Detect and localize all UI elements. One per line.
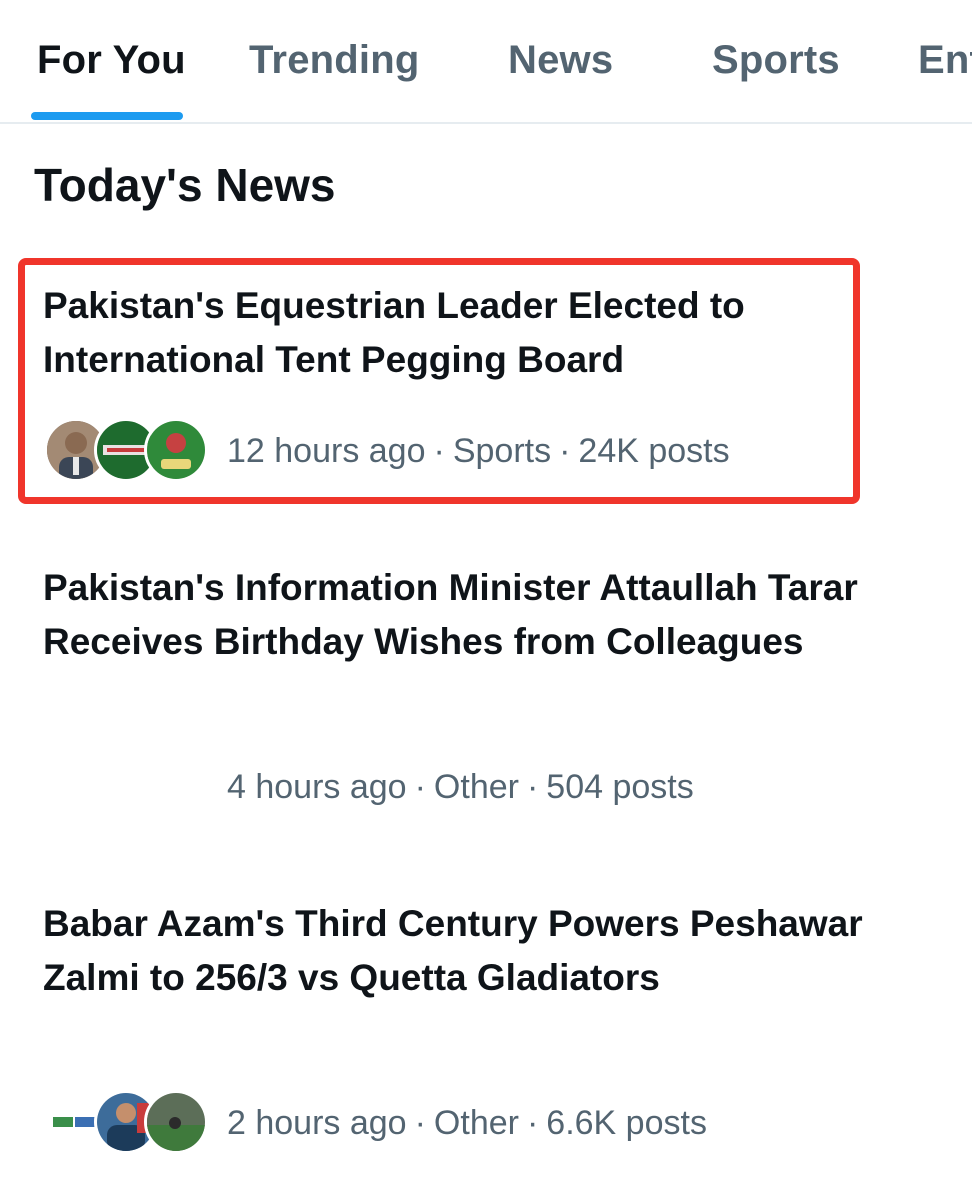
news-posts: 504 posts [546, 768, 694, 806]
avatar-group [44, 418, 208, 482]
tab-sports[interactable]: Sports [712, 38, 840, 83]
news-headline[interactable]: Babar Azam's Third Century Powers Peshaw… [43, 897, 873, 1005]
avatar-group [44, 1090, 208, 1154]
news-category: Other [433, 768, 519, 806]
news-category: Other [433, 1104, 519, 1142]
separator: · [414, 768, 426, 806]
sultan-logo-avatar [144, 418, 208, 482]
news-posts: 6.6K posts [546, 1104, 707, 1142]
stadium-avatar [144, 1090, 208, 1154]
news-time: 4 hours ago [227, 768, 407, 806]
separator: · [559, 432, 571, 470]
news-meta: 4 hours ago · Other · 504 posts [227, 768, 694, 807]
tab-entertainment[interactable]: Ent [918, 38, 972, 83]
separator: · [526, 768, 539, 806]
news-time: 12 hours ago [227, 432, 426, 470]
news-category: Sports [452, 432, 552, 470]
tab-bar: For You Trending News Sports Ent [0, 0, 972, 124]
tab-news[interactable]: News [508, 38, 613, 83]
news-headline[interactable]: Pakistan's Information Minister Attaulla… [43, 561, 873, 669]
separator: · [433, 432, 445, 470]
section-title: Today's News [34, 159, 336, 211]
separator: · [414, 1104, 426, 1142]
separator: · [526, 1104, 539, 1142]
news-posts: 24K posts [578, 432, 730, 470]
active-tab-indicator [31, 112, 183, 120]
tab-for-you[interactable]: For You [37, 38, 186, 83]
explore-page: For You Trending News Sports Ent Today's… [0, 0, 972, 1200]
tab-trending[interactable]: Trending [249, 38, 420, 83]
news-headline[interactable]: Pakistan's Equestrian Leader Elected to … [43, 279, 873, 387]
news-time: 2 hours ago [227, 1104, 407, 1142]
news-meta: 2 hours ago · Other · 6.6K posts [227, 1104, 707, 1143]
news-meta: 12 hours ago · Sports · 24K posts [227, 432, 730, 471]
